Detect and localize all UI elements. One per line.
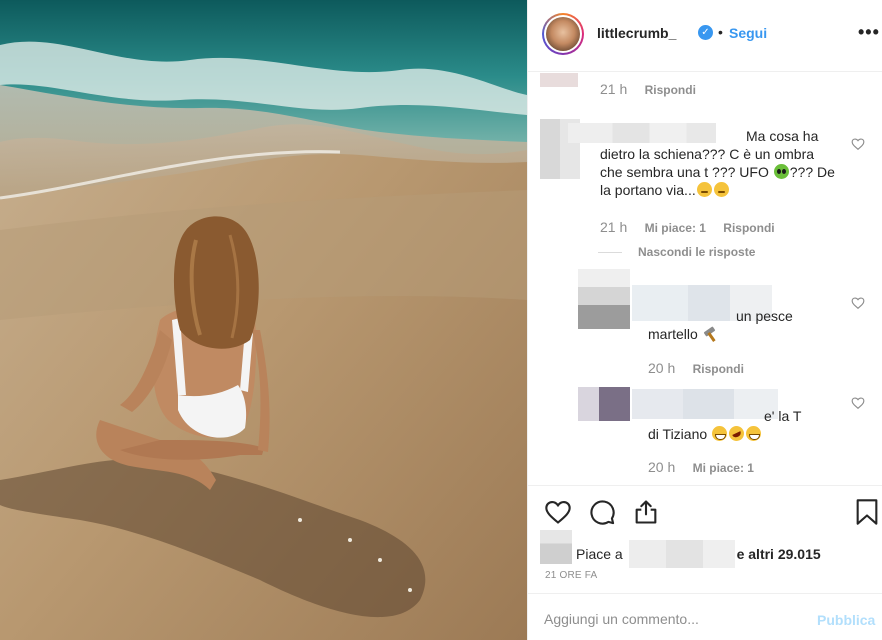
comment-time: 21 h <box>600 81 628 97</box>
verified-badge-icon: ✓ <box>698 25 713 40</box>
more-options-icon[interactable]: ••• <box>858 22 880 43</box>
comment-time: 21 h <box>600 219 628 235</box>
post-photo[interactable] <box>0 0 527 640</box>
rofl-emoji-icon <box>726 423 747 444</box>
share-icon[interactable] <box>632 498 660 526</box>
reply-time: 20 h <box>648 360 676 376</box>
hide-replies-button[interactable]: Nascondi le risposte <box>598 245 755 259</box>
comments-list[interactable]: 21 h Rispondi Ma cosa ha dietro la schie… <box>528 73 882 485</box>
post-actions: Piace a e altri 29.015 21 ORE FA Pubblic… <box>528 485 882 640</box>
separator-dot: • <box>718 24 723 40</box>
comment-icon[interactable] <box>588 498 616 526</box>
hide-replies-divider <box>598 252 622 254</box>
post-header: littlecrumb_ ✓ • Segui ••• <box>528 0 882 72</box>
blurred-avatar <box>578 269 630 329</box>
reply-likes-count[interactable]: Mi piace: 1 <box>693 461 754 475</box>
reply-button[interactable]: Rispondi <box>693 362 744 376</box>
alien-emoji-icon <box>773 164 789 179</box>
blurred-liker-avatar <box>540 530 572 564</box>
smirk-emoji-icon <box>713 182 729 197</box>
reply-text: un pesce <box>736 308 793 324</box>
avatar-image <box>546 17 580 51</box>
reply-button[interactable]: Rispondi <box>645 83 696 97</box>
reply-button[interactable]: Rispondi <box>723 221 774 235</box>
beach-photo-image <box>0 0 527 640</box>
reply-text-b: di Tiziano <box>648 426 708 442</box>
grinning-sweat-emoji-icon <box>712 426 728 441</box>
comment-input[interactable] <box>544 608 814 630</box>
likes-suffix[interactable]: e altri 29.015 <box>737 546 821 562</box>
heart-icon[interactable] <box>544 498 572 526</box>
avatar[interactable] <box>542 13 584 55</box>
reply-like-heart-icon[interactable] <box>851 396 865 410</box>
reply-text-b: martello <box>648 326 698 342</box>
hammer-emoji-icon <box>702 327 718 341</box>
blurred-avatar <box>540 73 578 87</box>
likes-prefix: Piace a <box>576 546 623 562</box>
smirk-emoji-icon <box>696 182 712 197</box>
follow-button[interactable]: Segui <box>729 25 767 41</box>
bookmark-icon[interactable] <box>854 498 880 526</box>
comment-text-mid: ??? <box>789 164 814 180</box>
reply-like-heart-icon[interactable] <box>851 296 865 310</box>
reply-time: 20 h <box>648 459 676 475</box>
post-side-panel: littlecrumb_ ✓ • Segui ••• 21 h Rispondi… <box>527 0 882 640</box>
likes-summary[interactable]: Piace a e altri 29.015 <box>576 540 821 568</box>
add-comment-bar: Pubblica <box>528 593 882 640</box>
hide-replies-label: Nascondi le risposte <box>638 245 756 259</box>
comment-likes-count[interactable]: Mi piace: 1 <box>645 221 706 235</box>
publish-button[interactable]: Pubblica <box>817 612 875 628</box>
blurred-avatar <box>578 387 630 421</box>
username-link[interactable]: littlecrumb_ <box>597 25 676 41</box>
reply-text: e' la T <box>764 408 802 424</box>
grinning-sweat-emoji-icon <box>746 426 762 441</box>
blurred-liker-name <box>628 540 735 568</box>
post-time-ago[interactable]: 21 ORE FA <box>545 570 597 581</box>
comment-like-heart-icon[interactable] <box>851 137 865 151</box>
